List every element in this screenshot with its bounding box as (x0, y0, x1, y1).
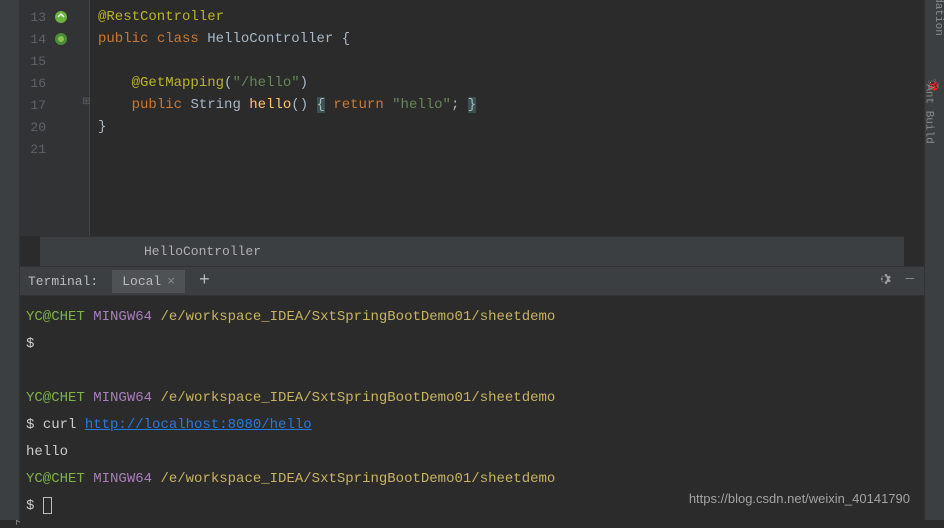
prompt-user: YC@CHET (26, 390, 85, 406)
left-tool-sidebar-full (0, 0, 20, 520)
paren: ) (300, 97, 308, 113)
close-icon[interactable]: × (167, 274, 175, 289)
line-number: 13 (26, 10, 46, 25)
editor-gutter: 13 14 15 16 17 20 21 (20, 0, 90, 236)
paren: ( (291, 97, 299, 113)
brace: { (342, 31, 350, 47)
prompt-symbol: $ (26, 417, 34, 433)
terminal-response: hello (26, 444, 68, 460)
paren: ) (300, 75, 308, 91)
prompt-symbol: $ (26, 336, 34, 352)
method-name: hello (249, 97, 291, 113)
class-name: HelloController (207, 31, 333, 47)
terminal-title: Terminal: (28, 274, 98, 289)
keyword: class (157, 31, 199, 47)
keyword: public (132, 97, 182, 113)
line-number: 20 (26, 120, 46, 135)
prompt-env: MINGW64 (93, 471, 152, 487)
brace: { (317, 97, 325, 113)
fold-marker-icon[interactable]: ⊞ (82, 96, 90, 108)
command-curl: curl (43, 417, 77, 433)
line-number: 15 (26, 54, 46, 69)
watermark: https://blog.csdn.net/weixin_40141790 (689, 491, 910, 506)
sidebar-ant-build[interactable]: Ant Build (922, 84, 934, 143)
prompt-env: MINGW64 (93, 309, 152, 325)
terminal-tab-label: Local (122, 274, 161, 289)
line-number: 17 (26, 98, 46, 113)
terminal-cursor (43, 497, 52, 514)
semicolon: ; (451, 97, 459, 113)
brace: } (98, 119, 106, 135)
keyword: public (98, 31, 148, 47)
code-content[interactable]: ⊞ @RestController public class HelloCont… (90, 0, 924, 236)
breadcrumb-item[interactable]: HelloController (144, 244, 261, 259)
prompt-user: YC@CHET (26, 309, 85, 325)
terminal-panel: Terminal: Local × + — YC@CHET MINGW64 /e… (20, 266, 924, 528)
keyword: return (333, 97, 383, 113)
prompt-env: MINGW64 (93, 390, 152, 406)
breadcrumb[interactable]: HelloController (40, 236, 904, 266)
annotation: @GetMapping (132, 75, 224, 91)
terminal-header: Terminal: Local × + — (20, 266, 924, 296)
prompt-path: /e/workspace_IDEA/SxtSpringBootDemo01/sh… (160, 309, 555, 325)
line-number: 14 (26, 32, 46, 47)
prompt-path: /e/workspace_IDEA/SxtSpringBootDemo01/sh… (160, 471, 555, 487)
code-editor[interactable]: 13 14 15 16 17 20 21 ⊞ @RestController p… (20, 0, 924, 236)
add-tab-button[interactable]: + (199, 271, 210, 291)
line-number: 21 (26, 142, 46, 157)
annotation: @RestController (98, 9, 224, 25)
string-literal: "/hello" (232, 75, 299, 91)
type: String (190, 97, 240, 113)
prompt-symbol: $ (26, 498, 34, 514)
minimize-icon[interactable]: — (906, 271, 914, 292)
terminal-tab-local[interactable]: Local × (112, 270, 185, 293)
prompt-path: /e/workspace_IDEA/SxtSpringBootDemo01/sh… (160, 390, 555, 406)
sidebar-dation[interactable]: dation (932, 0, 944, 36)
spring-bean-icon[interactable] (52, 30, 70, 48)
prompt-user: YC@CHET (26, 471, 85, 487)
right-tool-sidebar: dation 🐞 Ant Build (924, 0, 944, 520)
brace: } (468, 97, 476, 113)
url-link[interactable]: http://localhost:8080/hello (85, 417, 312, 433)
string-literal: "hello" (392, 97, 451, 113)
line-number: 16 (26, 76, 46, 91)
gear-icon[interactable] (876, 271, 892, 292)
spring-rest-icon[interactable] (52, 8, 70, 26)
